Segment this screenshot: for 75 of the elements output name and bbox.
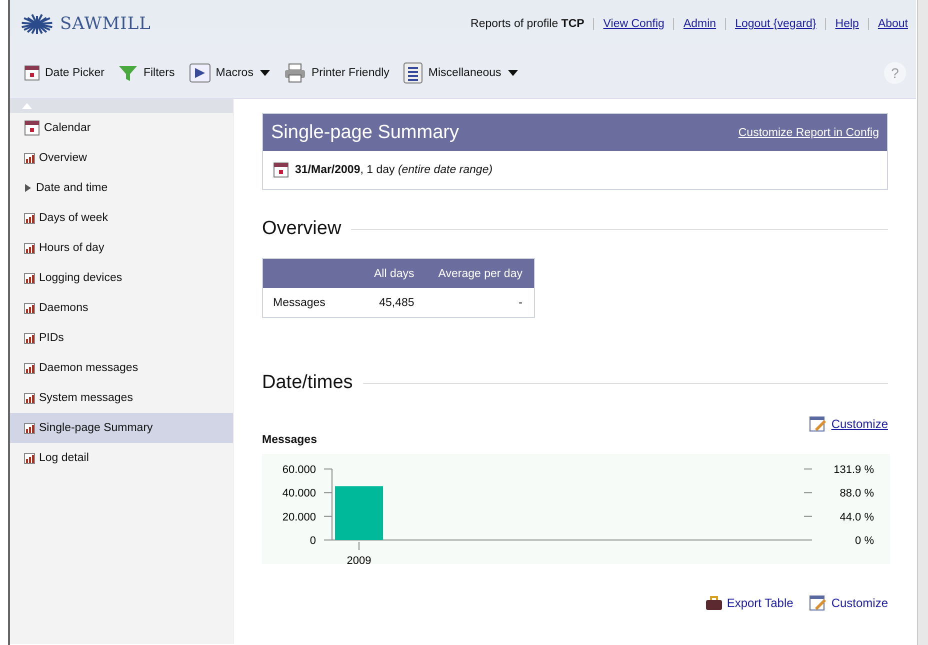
toolbar-button[interactable]: Filters (118, 64, 175, 82)
play-icon (188, 63, 211, 83)
toolbar-button[interactable]: Miscellaneous (403, 62, 518, 84)
y-tick-label: 60.000 (282, 464, 316, 476)
table-cell: - (426, 288, 535, 318)
header-link[interactable]: Logout {vegard} (735, 18, 816, 30)
section-heading: Overview (262, 218, 342, 240)
sidebar-item[interactable]: Days of week (10, 203, 233, 233)
section-heading: Date/times (262, 372, 353, 394)
chart-title: Messages (262, 434, 318, 446)
bar-chart-icon (24, 452, 35, 464)
bar-chart-icon (24, 152, 35, 164)
sidebar-item[interactable]: Daemon messages (10, 353, 233, 383)
bar-chart-icon (24, 362, 35, 374)
printer-icon (284, 63, 306, 83)
bar-chart-icon (24, 302, 35, 314)
right-axis-label: 131.9 % (834, 464, 874, 476)
header-link[interactable]: About (878, 18, 908, 30)
bar-chart-icon (24, 212, 35, 224)
sidebar-item[interactable]: Daemons (10, 293, 233, 323)
calendar-icon (24, 120, 40, 136)
date-range-text: 31/Mar/2009, 1 day (entire date range) (295, 164, 493, 176)
header-link[interactable]: Help (835, 18, 859, 30)
right-axis-label: 88.0 % (840, 488, 874, 500)
sidebar-item[interactable]: Overview (10, 143, 233, 173)
y-tick-label: 0 (310, 535, 316, 547)
edit-icon (809, 595, 828, 611)
right-axis-label: 0 % (855, 535, 874, 547)
bar-chart-icon (24, 272, 35, 284)
sidebar-item[interactable]: Log detail (10, 443, 233, 473)
toolbar-button[interactable]: Macros (188, 63, 270, 83)
bar-chart-icon (24, 422, 35, 434)
sidebar-item[interactable]: Single-page Summary (10, 413, 233, 443)
header-link[interactable]: Admin (683, 18, 716, 30)
y-tick-label: 40.000 (282, 488, 316, 500)
up-arrow-icon (22, 103, 32, 109)
funnel-icon (118, 64, 138, 82)
sawblade-logo-icon (20, 13, 54, 35)
sidebar-item[interactable]: System messages (10, 383, 233, 413)
action-link[interactable]: Export Table (704, 595, 794, 611)
x-tick (358, 542, 360, 550)
calendar-icon (24, 65, 40, 81)
customize-link[interactable]: Customize (809, 416, 888, 432)
x-tick-label: 2009 (346, 555, 372, 564)
report-title: Single-page Summary (271, 122, 459, 144)
action-link[interactable]: Customize (809, 595, 888, 611)
toolbar-button[interactable]: Date Picker (24, 65, 104, 81)
scrollbar[interactable] (917, 0, 928, 645)
sidebar-item[interactable]: Date and time (10, 173, 233, 203)
triangle-icon (24, 183, 32, 193)
list-icon (403, 62, 424, 84)
edit-icon (809, 416, 828, 432)
sidebar-item[interactable]: Calendar (10, 113, 233, 143)
profile-label: Reports of profile TCP (470, 18, 584, 30)
sidebar-item[interactable]: PIDs (10, 323, 233, 353)
bar-chart-icon (24, 332, 35, 344)
customize-link[interactable]: Customize Report in Config (738, 126, 879, 138)
table-cell: Messages (262, 288, 362, 318)
y-tick-label: 20.000 (282, 511, 316, 524)
y-axis (324, 468, 332, 540)
header-link[interactable]: View Config (603, 18, 664, 30)
column-header: Average per day (426, 258, 535, 288)
sidebar-item[interactable]: Hours of day (10, 233, 233, 263)
right-axis-label: 44.0 % (840, 511, 874, 524)
table-cell: 45,485 (362, 288, 426, 318)
bar-chart-icon (24, 242, 35, 254)
calendar-icon (273, 162, 289, 178)
briefcase-icon (704, 595, 723, 611)
right-axis-ticks (804, 468, 812, 540)
logo-text: SAWMILL (60, 14, 151, 34)
toolbar-button[interactable]: Printer Friendly (284, 63, 390, 83)
bar-chart-icon (24, 392, 35, 404)
sidebar-collapse-bar[interactable] (10, 99, 233, 113)
column-header: All days (362, 258, 426, 288)
sidebar-item[interactable]: Logging devices (10, 263, 233, 293)
